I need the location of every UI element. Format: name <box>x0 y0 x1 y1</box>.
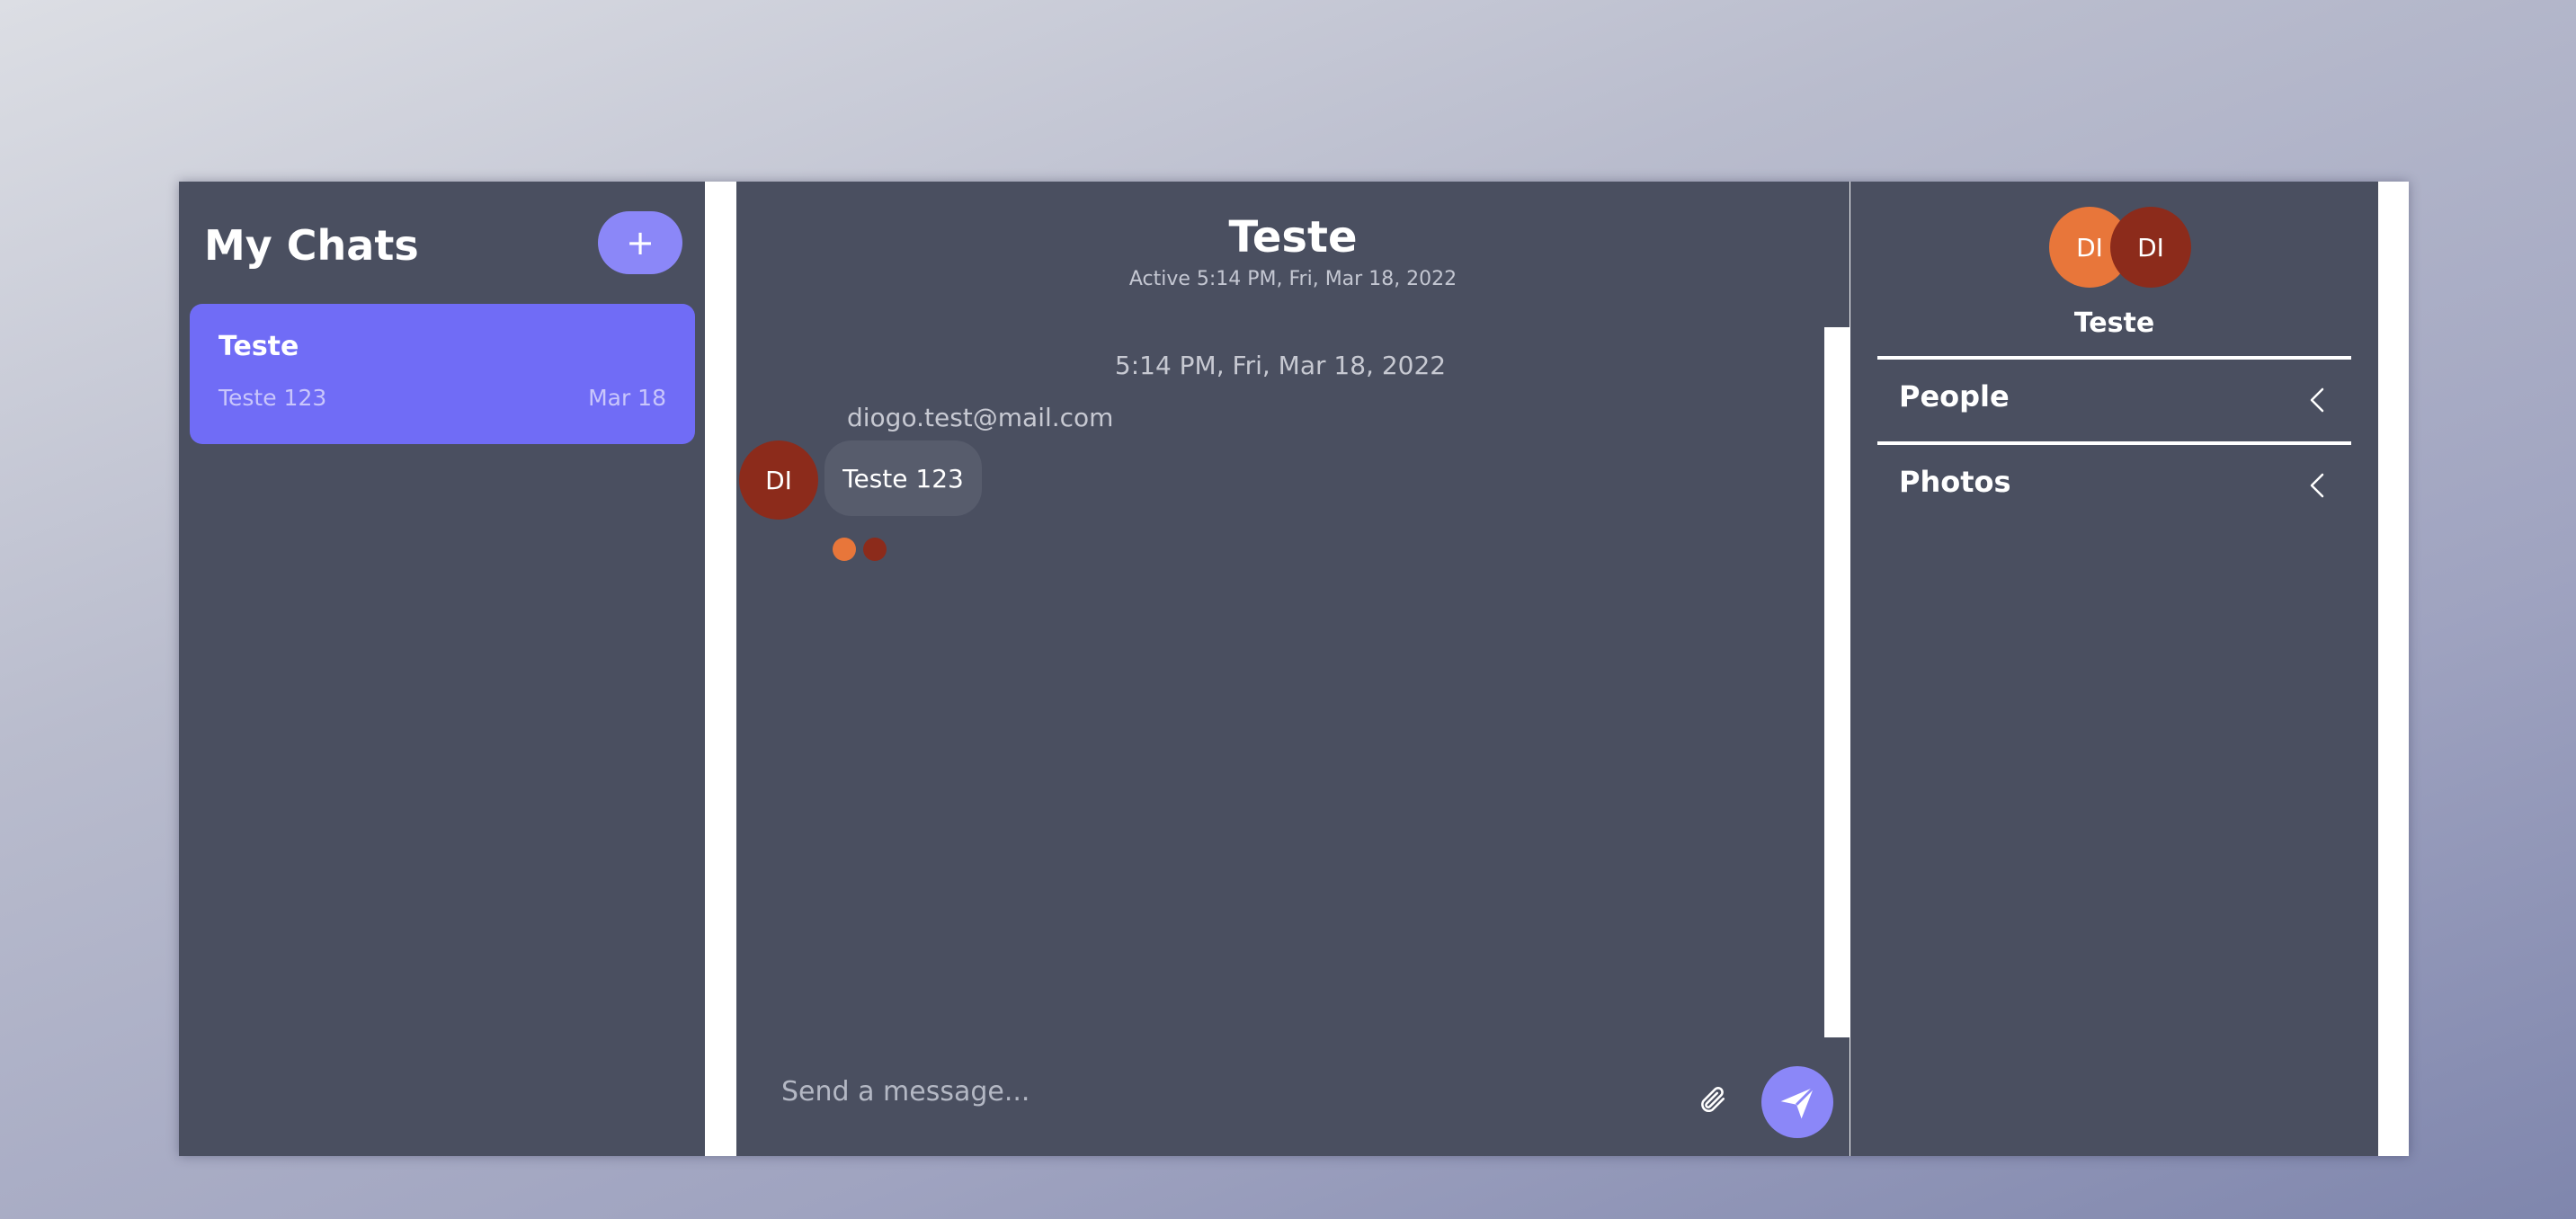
active-status: Active 5:14 PM, Fri, Mar 18, 2022 <box>1128 268 1457 290</box>
participant-avatar: DI <box>2110 207 2191 288</box>
send-button[interactable] <box>1761 1066 1833 1138</box>
details-chat-name: Teste <box>2073 307 2155 339</box>
message-input[interactable] <box>780 1068 1682 1115</box>
chat-title: Teste <box>1228 212 1358 262</box>
paperclip-icon[interactable] <box>1697 1084 1727 1115</box>
send-icon <box>1780 1086 1815 1119</box>
photos-section[interactable]: Photos <box>1877 441 2351 526</box>
chat-card-preview: Teste 123 <box>218 385 327 411</box>
conversation-panel: Teste Active 5:14 PM, Fri, Mar 18, 2022 … <box>736 182 1850 1156</box>
read-receipt-avatar <box>863 538 887 561</box>
chat-details-panel: DI DI Teste People Photos <box>1850 182 2378 1156</box>
read-receipt-avatar <box>833 538 856 561</box>
new-chat-button[interactable]: + <box>598 211 682 274</box>
message-feed: 5:14 PM, Fri, Mar 18, 2022 diogo.test@ma… <box>736 325 1824 1036</box>
chat-list-panel: My Chats + Teste Teste 123 Mar 18 <box>179 182 705 1156</box>
message-timestamp: 5:14 PM, Fri, Mar 18, 2022 <box>1114 351 1447 380</box>
message-composer <box>736 1037 1850 1156</box>
chat-card-date: Mar 18 <box>588 385 666 411</box>
avatar: DI <box>739 440 818 520</box>
people-section[interactable]: People <box>1877 356 2351 440</box>
chevron-left-icon <box>2310 387 2324 413</box>
message-sender: diogo.test@mail.com <box>847 403 1114 432</box>
message-bubble: Teste 123 <box>824 440 982 516</box>
chevron-left-icon <box>2310 473 2324 498</box>
chat-card-teste[interactable]: Teste Teste 123 Mar 18 <box>190 304 695 444</box>
people-label: People <box>1899 379 2010 414</box>
photos-label: Photos <box>1899 465 2011 499</box>
feed-scrollbar[interactable] <box>1824 327 1850 1037</box>
my-chats-title: My Chats <box>204 221 419 270</box>
chat-card-name: Teste <box>218 331 299 362</box>
chat-app-window: My Chats + Teste Teste 123 Mar 18 Teste … <box>179 182 2409 1156</box>
